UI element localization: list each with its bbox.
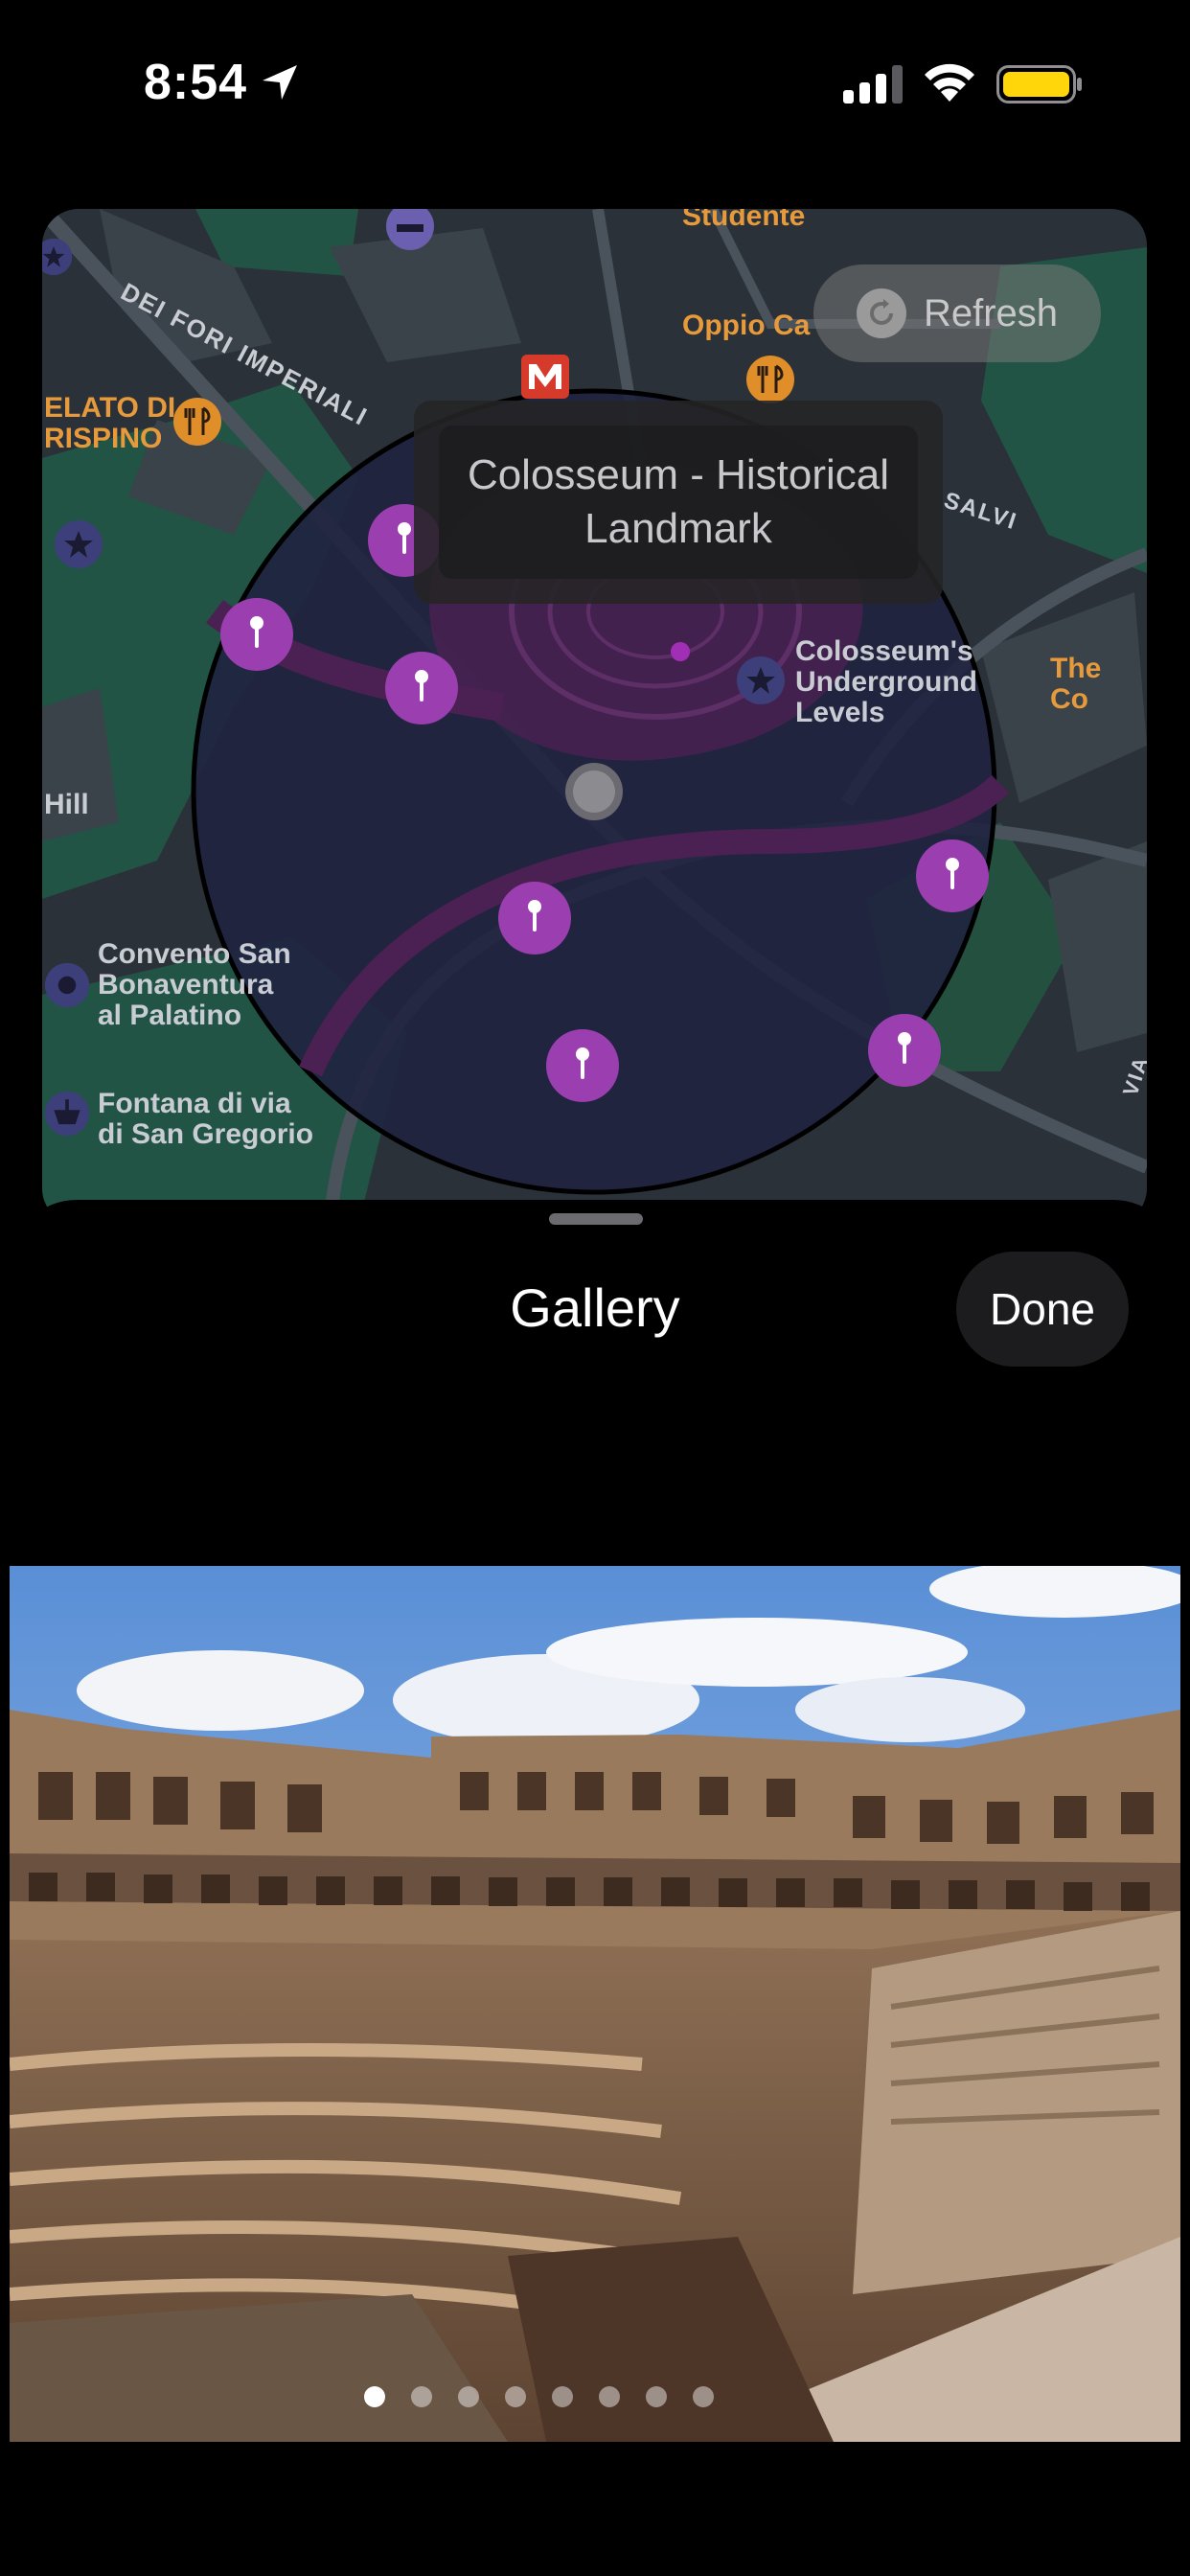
poi-label: ELATO DI RISPINO xyxy=(44,392,176,454)
poi-label: Studente xyxy=(682,209,806,232)
refresh-label: Refresh xyxy=(923,291,1059,334)
status-time: 8:54 xyxy=(144,55,248,110)
area-label: Hill xyxy=(44,789,89,820)
restaurant-icon[interactable] xyxy=(745,355,795,404)
gallery-sheet: Gallery Done xyxy=(10,1200,1180,2576)
poi-label: The Co xyxy=(1050,653,1102,715)
tooltip-text: Colosseum - Historical Landmark xyxy=(439,426,918,579)
page-dot[interactable] xyxy=(646,2386,667,2407)
poi-label: Colosseum's Underground Levels xyxy=(795,635,977,728)
page-dot[interactable] xyxy=(505,2386,526,2407)
refresh-button[interactable]: Refresh xyxy=(813,264,1101,362)
wifi-icon xyxy=(925,63,974,102)
status-bar: 8:54 xyxy=(0,0,1190,172)
landmark-star-icon[interactable] xyxy=(736,656,786,705)
sheet-grabber[interactable] xyxy=(549,1213,643,1225)
poi-label: Fontana di via di San Gregorio xyxy=(98,1088,314,1150)
location-arrow-icon xyxy=(263,65,297,100)
page-dot[interactable] xyxy=(552,2386,573,2407)
done-button[interactable]: Done xyxy=(956,1252,1129,1367)
refresh-icon xyxy=(856,288,906,338)
map-view[interactable]: DEI FORI IMPERIALI Studente Oppio Ca ELA… xyxy=(42,209,1147,1225)
map-pin-icon[interactable] xyxy=(218,596,295,673)
landmark-tooltip: Colosseum - Historical Landmark xyxy=(414,401,943,604)
page-dot[interactable] xyxy=(364,2386,385,2407)
map-pin-icon[interactable] xyxy=(383,650,460,726)
page-indicator[interactable] xyxy=(364,2386,714,2407)
hotel-icon[interactable] xyxy=(385,209,435,251)
map-pin-icon[interactable] xyxy=(914,838,991,914)
page-dot[interactable] xyxy=(458,2386,479,2407)
page-dot[interactable] xyxy=(599,2386,620,2407)
map-pin-icon[interactable] xyxy=(544,1027,621,1104)
landmark-star-icon[interactable] xyxy=(42,238,73,276)
page-dot[interactable] xyxy=(693,2386,714,2407)
poi-label: Oppio Ca xyxy=(682,310,811,341)
metro-icon[interactable] xyxy=(521,355,569,399)
map-pin-icon[interactable] xyxy=(866,1012,943,1089)
map-pin-icon[interactable] xyxy=(496,880,573,956)
fountain-icon[interactable] xyxy=(44,1091,90,1137)
church-icon[interactable] xyxy=(44,962,90,1008)
restaurant-icon[interactable] xyxy=(172,397,222,447)
gallery-photo[interactable] xyxy=(10,1566,1180,2442)
poi-label: Convento San Bonaventura al Palatino xyxy=(98,938,291,1031)
page-dot[interactable] xyxy=(411,2386,432,2407)
battery-icon xyxy=(996,65,1082,104)
landmark-star-icon[interactable] xyxy=(54,519,103,569)
cellular-signal-icon xyxy=(843,65,903,104)
